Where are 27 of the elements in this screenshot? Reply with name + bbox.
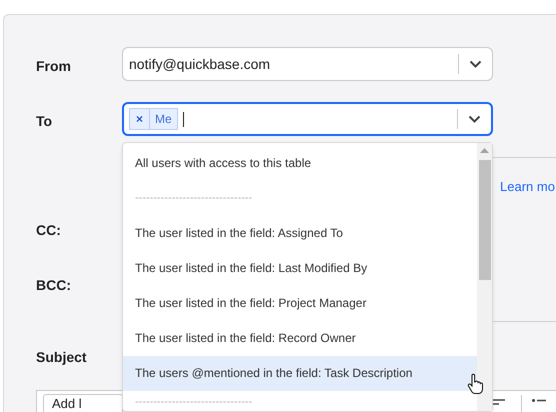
menu-option[interactable]: The user listed in the field: Assigned To — [123, 216, 477, 251]
scroll-up-icon[interactable] — [480, 148, 489, 153]
learn-more-link[interactable]: Learn mo — [500, 177, 555, 196]
from-select[interactable]: notify@quickbase.com — [122, 47, 493, 81]
text-cursor — [182, 112, 184, 126]
pointer-hand-cursor-icon — [467, 373, 483, 395]
menu-option[interactable]: The user listed in the field: Record Owner — [123, 321, 477, 356]
list-icon[interactable] — [532, 399, 546, 405]
subject-label: Subject — [36, 348, 87, 367]
from-value: notify@quickbase.com — [128, 54, 272, 74]
scrollbar[interactable] — [477, 143, 492, 411]
menu-separator: -------------------------------- — [134, 395, 254, 410]
chevron-down-icon — [468, 115, 481, 123]
to-label: To — [36, 112, 52, 131]
scrollbar-thumb[interactable] — [478, 160, 490, 280]
menu-separator: -------------------------------- — [134, 191, 254, 206]
cc-label: CC: — [36, 221, 61, 240]
chip-label: Me — [154, 111, 173, 128]
bcc-label: BCC: — [36, 276, 71, 295]
menu-option[interactable]: The user listed in the field: Project Manager — [123, 286, 477, 321]
menu-option[interactable]: All users with access to this table — [123, 146, 477, 181]
remove-chip-button[interactable]: × — [130, 109, 150, 129]
to-select[interactable]: × Me — [122, 102, 493, 136]
menu-option[interactable]: The user listed in the field: Last Modified By — [123, 251, 477, 286]
menu-option[interactable]: The users @mentioned in the field: Task Description — [123, 356, 477, 391]
from-label: From — [36, 57, 71, 76]
chevron-down-icon — [469, 60, 482, 68]
